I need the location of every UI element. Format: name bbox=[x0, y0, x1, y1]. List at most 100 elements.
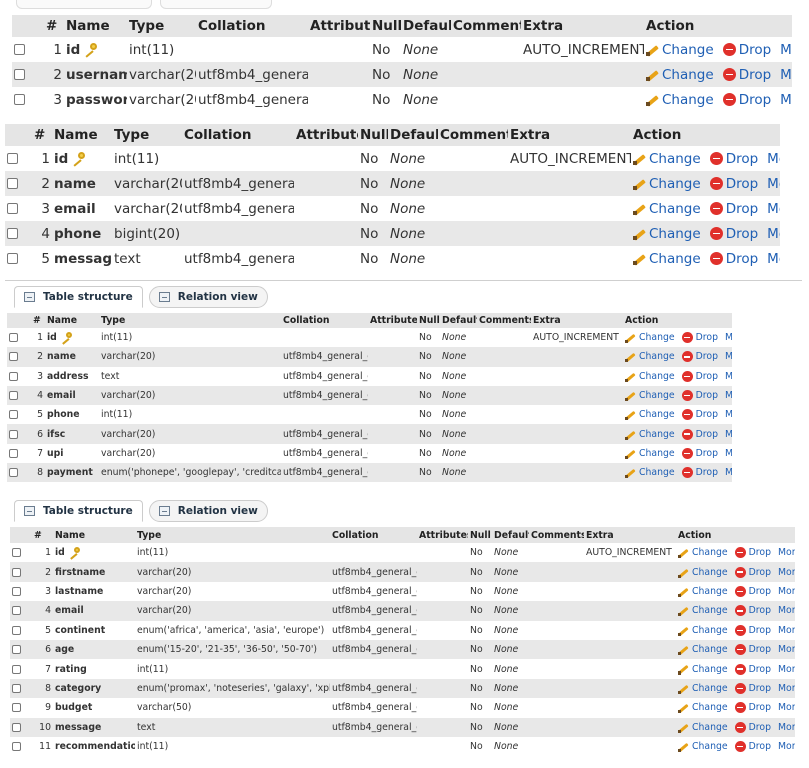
more-button[interactable]: More bbox=[725, 390, 732, 401]
drop-button[interactable]: Drop bbox=[709, 151, 758, 167]
drop-button[interactable]: Drop bbox=[734, 644, 771, 656]
row-checkbox[interactable] bbox=[7, 228, 18, 239]
tab-table-structure[interactable]: Table structure bbox=[14, 500, 143, 522]
change-button[interactable]: Change bbox=[678, 625, 728, 637]
drop-button[interactable]: Drop bbox=[734, 605, 771, 617]
more-button[interactable]: More bbox=[778, 567, 795, 578]
row-checkbox[interactable] bbox=[7, 253, 18, 264]
drop-button[interactable]: Drop bbox=[709, 201, 758, 217]
change-button[interactable]: Change bbox=[625, 371, 675, 383]
drop-button[interactable]: Drop bbox=[722, 42, 771, 58]
drop-button[interactable]: Drop bbox=[734, 566, 771, 578]
more-button[interactable]: More bbox=[780, 92, 792, 108]
change-button[interactable]: Change bbox=[678, 644, 728, 656]
more-button[interactable]: More bbox=[767, 251, 780, 267]
row-checkbox[interactable] bbox=[7, 178, 18, 189]
row-checkbox[interactable] bbox=[12, 664, 21, 674]
drop-button[interactable]: Drop bbox=[734, 721, 771, 733]
row-checkbox[interactable] bbox=[12, 586, 21, 596]
row-checkbox[interactable] bbox=[12, 703, 21, 713]
more-button[interactable]: More bbox=[725, 409, 732, 420]
more-button[interactable]: More bbox=[725, 371, 732, 382]
change-button[interactable]: Change bbox=[646, 67, 714, 83]
change-button[interactable]: Change bbox=[633, 201, 701, 217]
row-checkbox[interactable] bbox=[14, 69, 25, 80]
drop-button[interactable]: Drop bbox=[734, 702, 771, 714]
more-button[interactable]: More bbox=[780, 42, 792, 58]
change-button[interactable]: Change bbox=[625, 351, 675, 363]
drop-button[interactable]: Drop bbox=[681, 351, 718, 363]
drop-button[interactable]: Drop bbox=[709, 176, 758, 192]
more-button[interactable]: More bbox=[767, 176, 780, 192]
drop-button[interactable]: Drop bbox=[709, 226, 758, 242]
more-button[interactable]: More bbox=[725, 448, 732, 459]
drop-button[interactable]: Drop bbox=[681, 332, 718, 344]
drop-button[interactable]: Drop bbox=[734, 624, 771, 636]
row-checkbox[interactable] bbox=[12, 722, 21, 732]
drop-button[interactable]: Drop bbox=[681, 467, 718, 479]
row-checkbox[interactable] bbox=[9, 429, 18, 439]
drop-button[interactable]: Drop bbox=[734, 547, 771, 559]
row-checkbox[interactable] bbox=[7, 153, 18, 164]
tab-relation-view[interactable]: Relation view bbox=[148, 500, 268, 522]
change-button[interactable]: Change bbox=[633, 226, 701, 242]
change-button[interactable]: Change bbox=[625, 467, 675, 479]
more-button[interactable]: More bbox=[778, 625, 795, 636]
row-checkbox[interactable] bbox=[12, 742, 21, 752]
row-checkbox[interactable] bbox=[12, 548, 21, 558]
more-button[interactable]: More bbox=[778, 644, 795, 655]
more-button[interactable]: More bbox=[778, 547, 795, 558]
tab-relation-view[interactable]: Relation view bbox=[148, 286, 268, 308]
row-checkbox[interactable] bbox=[14, 94, 25, 105]
row-checkbox[interactable] bbox=[9, 352, 18, 362]
row-checkbox[interactable] bbox=[9, 468, 18, 478]
drop-button[interactable]: Drop bbox=[709, 251, 758, 267]
drop-button[interactable]: Drop bbox=[681, 390, 718, 402]
change-button[interactable]: Change bbox=[678, 722, 728, 734]
change-button[interactable]: Change bbox=[646, 42, 714, 58]
drop-button[interactable]: Drop bbox=[734, 741, 771, 753]
more-button[interactable]: More bbox=[780, 67, 792, 83]
change-button[interactable]: Change bbox=[678, 664, 728, 675]
change-button[interactable]: Change bbox=[678, 683, 728, 695]
row-checkbox[interactable] bbox=[12, 683, 21, 693]
more-button[interactable]: More bbox=[725, 351, 732, 362]
more-button[interactable]: More bbox=[778, 664, 795, 675]
change-button[interactable]: Change bbox=[678, 586, 728, 598]
change-button[interactable]: Change bbox=[625, 390, 675, 402]
drop-button[interactable]: Drop bbox=[734, 585, 771, 597]
drop-button[interactable]: Drop bbox=[681, 428, 718, 440]
change-button[interactable]: Change bbox=[625, 332, 675, 344]
more-button[interactable]: More bbox=[778, 683, 795, 694]
drop-button[interactable]: Drop bbox=[681, 370, 718, 382]
row-checkbox[interactable] bbox=[14, 44, 25, 55]
row-checkbox[interactable] bbox=[7, 203, 18, 214]
change-button[interactable]: Change bbox=[678, 567, 728, 578]
row-checkbox[interactable] bbox=[9, 410, 18, 420]
row-checkbox[interactable] bbox=[9, 391, 18, 401]
more-button[interactable]: More bbox=[778, 702, 795, 713]
row-checkbox[interactable] bbox=[12, 645, 21, 655]
drop-button[interactable]: Drop bbox=[734, 663, 771, 675]
row-checkbox[interactable] bbox=[9, 371, 18, 381]
change-button[interactable]: Change bbox=[633, 151, 701, 167]
tab-table-structure[interactable]: Table structure bbox=[14, 286, 143, 308]
change-button[interactable]: Change bbox=[678, 702, 728, 714]
change-button[interactable]: Change bbox=[633, 176, 701, 192]
change-button[interactable]: Change bbox=[678, 741, 728, 753]
more-button[interactable]: More bbox=[778, 741, 795, 752]
change-button[interactable]: Change bbox=[678, 605, 728, 617]
drop-button[interactable]: Drop bbox=[681, 409, 718, 421]
change-button[interactable]: Change bbox=[633, 251, 701, 267]
change-button[interactable]: Change bbox=[625, 429, 675, 441]
more-button[interactable]: More bbox=[778, 586, 795, 597]
row-checkbox[interactable] bbox=[12, 606, 21, 616]
more-button[interactable]: More bbox=[725, 467, 732, 478]
drop-button[interactable]: Drop bbox=[722, 92, 771, 108]
row-checkbox[interactable] bbox=[12, 567, 21, 577]
more-button[interactable]: More bbox=[767, 151, 780, 167]
change-button[interactable]: Change bbox=[625, 448, 675, 460]
change-button[interactable]: Change bbox=[646, 92, 714, 108]
more-button[interactable]: More bbox=[767, 201, 780, 217]
more-button[interactable]: More bbox=[778, 605, 795, 616]
